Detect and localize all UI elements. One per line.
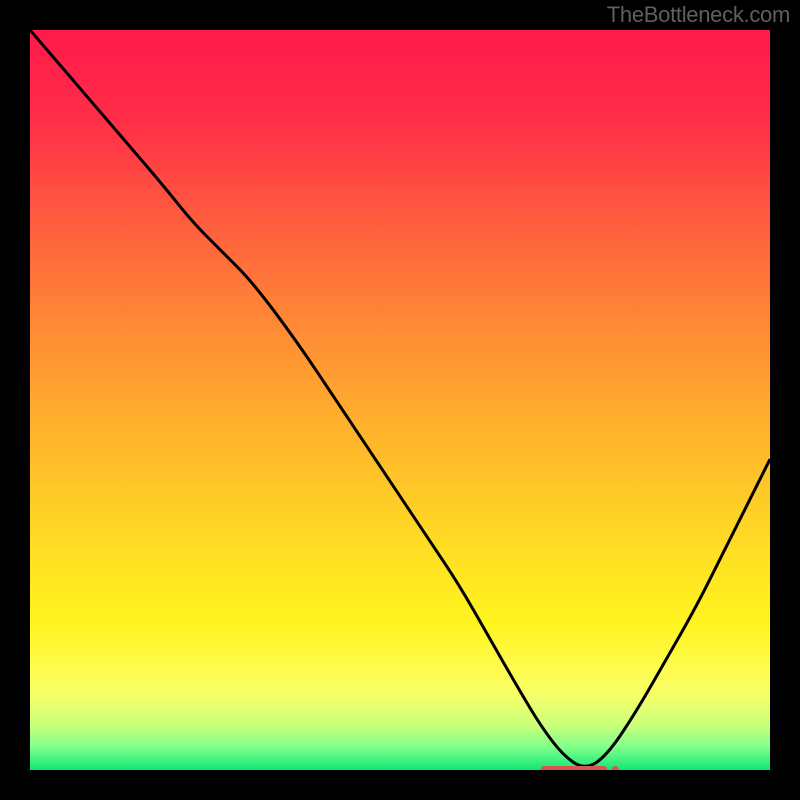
chart-svg bbox=[30, 30, 770, 770]
watermark-text: TheBottleneck.com bbox=[607, 2, 790, 28]
chart-frame: TheBottleneck.com bbox=[0, 0, 800, 800]
plot-area bbox=[30, 30, 770, 770]
gradient-background bbox=[30, 30, 770, 770]
